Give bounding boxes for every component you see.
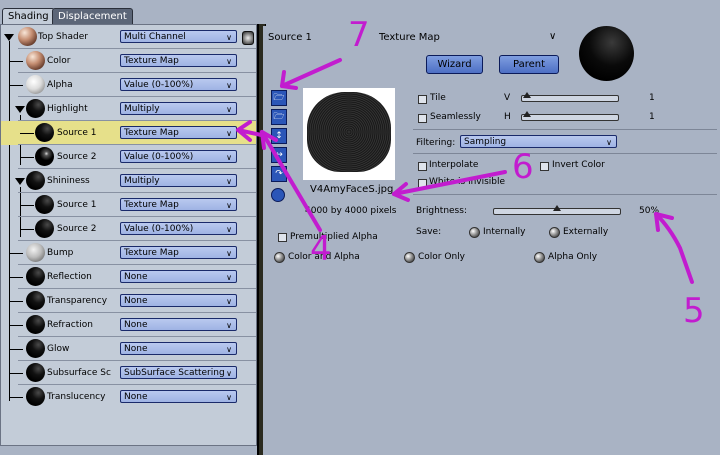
annotation-label-4: 4 <box>310 229 332 269</box>
annotation-label-6: 6 <box>512 147 534 187</box>
annotation-arrow-4a <box>260 130 322 232</box>
annotation-label-7: 5 <box>683 291 705 331</box>
annotation-layer <box>236 58 694 284</box>
annotation-arrow-7 <box>654 212 694 284</box>
annotation-label-5: 7 <box>348 15 370 55</box>
annotation-arrow-5 <box>280 58 342 88</box>
annotation-arrow-6 <box>392 170 507 196</box>
